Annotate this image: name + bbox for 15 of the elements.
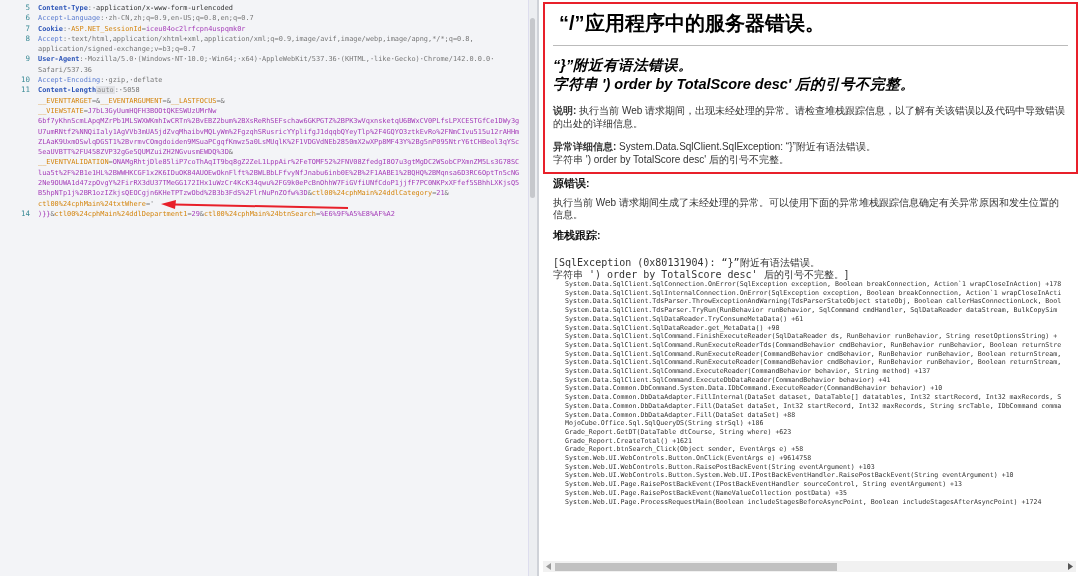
exception-line: [SqlException (0x80131904): “}”附近有语法错误。 xyxy=(553,257,820,269)
exception-line: 字符串 ') order by TotalScore desc' 后的引号不完整。] xyxy=(553,268,850,280)
scroll-left-icon[interactable] xyxy=(546,563,552,570)
section-heading: 源错误: xyxy=(553,177,591,191)
error-message: “}”附近有语法错误。 xyxy=(553,56,695,75)
horizontal-scrollbar[interactable] xyxy=(543,561,1076,572)
exception-detail: 字符串 ') order by TotalScore desc' 后的引号不完整。 xyxy=(553,153,790,166)
description-text: 说明: 执行当前 Web 请求期间，出现未经处理的异常。请检查堆栈跟踪信息，以了解有关该错误以及代码中导致错误的出处的详细信息。 xyxy=(553,104,1067,130)
source-error-text: 执行当前 Web 请求期间生成了未经处理的异常。可以使用下面的异常堆栈跟踪信息确定有关异常原因和发生位置的信息。 xyxy=(553,197,1060,221)
exception-detail: 异常详细信息: System.Data.SqlClient.SqlException: “}”附近有语法错误。 xyxy=(553,140,877,153)
section-heading: 堆栈跟踪: xyxy=(553,229,602,243)
vertical-scrollbar[interactable] xyxy=(528,0,537,576)
error-message: 字符串 ') order by TotalScore desc' 后的引号不完整。 xyxy=(553,75,917,94)
scroll-right-icon[interactable] xyxy=(1067,563,1073,570)
page-title: “/”应用程序中的服务器错误。 xyxy=(558,11,826,36)
